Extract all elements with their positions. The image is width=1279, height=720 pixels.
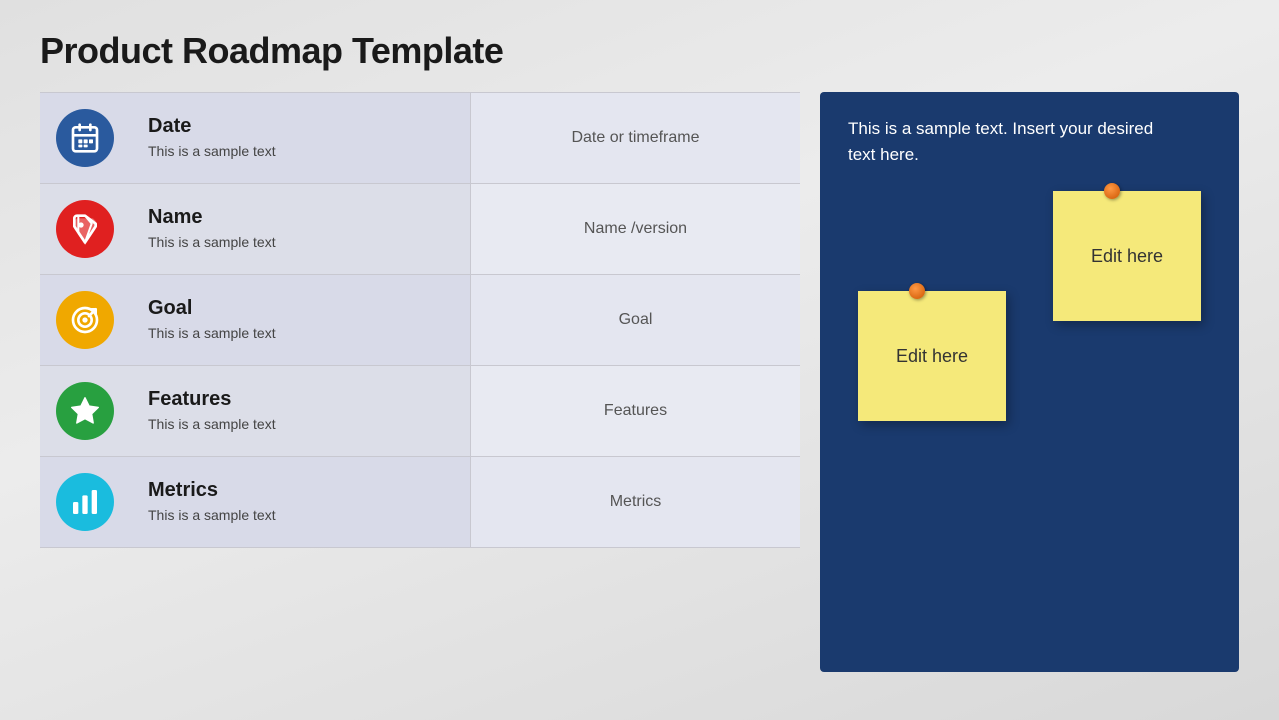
date-icon-circle xyxy=(56,109,114,167)
icon-cell-metrics xyxy=(40,457,130,547)
label-cell-features: Features This is a sample text xyxy=(130,366,470,456)
value-cell-date: Date or timeframe xyxy=(470,93,800,183)
date-label: Date xyxy=(148,115,452,138)
table-row-name: Name This is a sample text Name /version xyxy=(40,184,800,275)
right-panel: This is a sample text. Insert your desir… xyxy=(820,92,1239,672)
goal-value: Goal xyxy=(619,311,653,329)
features-value: Features xyxy=(604,402,667,420)
label-cell-goal: Goal This is a sample text xyxy=(130,275,470,365)
icon-cell-goal xyxy=(40,275,130,365)
value-cell-name: Name /version xyxy=(470,184,800,274)
page: Product Roadmap Template xyxy=(0,0,1279,720)
date-subtext: This is a sample text xyxy=(148,142,452,162)
table-row-date: Date This is a sample text Date or timef… xyxy=(40,92,800,184)
value-cell-metrics: Metrics xyxy=(470,457,800,547)
sticky-note-2-text: Edit here xyxy=(896,346,968,367)
pin-1 xyxy=(1104,183,1120,199)
metrics-value: Metrics xyxy=(610,493,662,511)
icon-cell-features xyxy=(40,366,130,456)
features-icon-circle xyxy=(56,382,114,440)
name-subtext: This is a sample text xyxy=(148,233,452,253)
table-row-goal: Goal This is a sample text Goal xyxy=(40,275,800,366)
metrics-icon-circle xyxy=(56,473,114,531)
name-value: Name /version xyxy=(584,220,687,238)
roadmap-table: Date This is a sample text Date or timef… xyxy=(40,92,800,672)
content-area: Date This is a sample text Date or timef… xyxy=(40,92,1239,672)
label-cell-date: Date This is a sample text xyxy=(130,93,470,183)
sticky-notes-area: Edit here Edit here xyxy=(848,191,1211,648)
table-row-features: Features This is a sample text Features xyxy=(40,366,800,457)
sticky-note-1-text: Edit here xyxy=(1091,246,1163,267)
value-cell-features: Features xyxy=(470,366,800,456)
icon-cell-date xyxy=(40,93,130,183)
features-subtext: This is a sample text xyxy=(148,415,452,435)
target-icon xyxy=(69,304,101,336)
icon-cell-name xyxy=(40,184,130,274)
table-row-metrics: Metrics This is a sample text Metrics xyxy=(40,457,800,548)
star-icon xyxy=(69,395,101,427)
metrics-label: Metrics xyxy=(148,479,452,502)
label-cell-metrics: Metrics This is a sample text xyxy=(130,457,470,547)
sticky-note-2[interactable]: Edit here xyxy=(858,291,1006,421)
right-intro-text: This is a sample text. Insert your desir… xyxy=(848,116,1168,167)
chart-icon xyxy=(69,486,101,518)
page-title: Product Roadmap Template xyxy=(40,30,1239,72)
name-label: Name xyxy=(148,206,452,229)
label-cell-name: Name This is a sample text xyxy=(130,184,470,274)
goal-label: Goal xyxy=(148,297,452,320)
tag-icon xyxy=(69,213,101,245)
calendar-icon xyxy=(69,122,101,154)
goal-subtext: This is a sample text xyxy=(148,324,452,344)
value-cell-goal: Goal xyxy=(470,275,800,365)
sticky-note-1[interactable]: Edit here xyxy=(1053,191,1201,321)
pin-2 xyxy=(909,283,925,299)
name-icon-circle xyxy=(56,200,114,258)
date-value: Date or timeframe xyxy=(571,129,699,147)
metrics-subtext: This is a sample text xyxy=(148,506,452,526)
goal-icon-circle xyxy=(56,291,114,349)
features-label: Features xyxy=(148,388,452,411)
